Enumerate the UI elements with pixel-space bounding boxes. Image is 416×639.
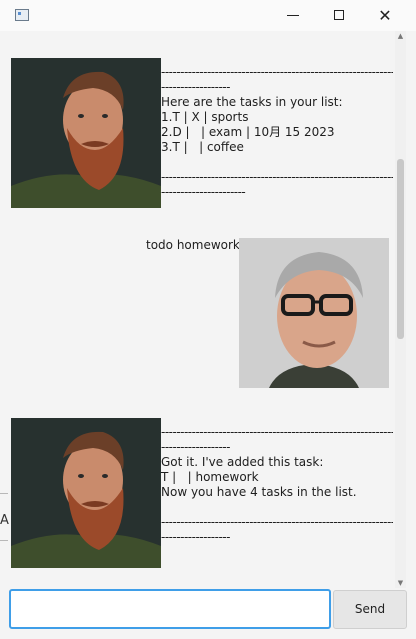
message-line: ------------------ bbox=[161, 530, 230, 544]
message-line bbox=[161, 155, 393, 170]
message-line: Now you have 4 tasks in the list. bbox=[161, 485, 357, 499]
message-line bbox=[161, 500, 393, 515]
minimize-button[interactable] bbox=[270, 0, 316, 31]
dialog-container[interactable]: ----------------------------------------… bbox=[9, 31, 393, 588]
scroll-down-icon[interactable]: ▼ bbox=[395, 578, 406, 588]
glasses-man-portrait-icon bbox=[239, 238, 389, 388]
message-line: ----------------------------------------… bbox=[161, 425, 393, 439]
message-line: ------------------ bbox=[161, 80, 230, 94]
duke-avatar bbox=[11, 58, 161, 208]
message-line: ----------------------------------------… bbox=[161, 515, 393, 529]
close-button[interactable]: ✕ bbox=[362, 0, 408, 31]
message-line: Got it. I've added this task: bbox=[161, 455, 324, 469]
message-line: 2.D | | exam | 10月 15 2023 bbox=[161, 125, 335, 139]
minimize-icon bbox=[287, 15, 299, 16]
app-icon bbox=[15, 9, 29, 21]
message-line: ----------------------------------------… bbox=[161, 65, 393, 79]
user-message: todo homework bbox=[146, 238, 240, 253]
scroll-up-icon[interactable]: ▲ bbox=[395, 31, 406, 41]
message-line: 1.T | X | sports bbox=[161, 110, 249, 124]
duke-avatar bbox=[11, 418, 161, 568]
message-line: 3.T | | coffee bbox=[161, 140, 244, 154]
message-input[interactable] bbox=[9, 589, 331, 629]
message-line: todo homework bbox=[146, 238, 240, 252]
maximize-button[interactable] bbox=[316, 0, 362, 31]
close-icon: ✕ bbox=[378, 6, 392, 25]
message-line: ---------------------- bbox=[161, 185, 246, 199]
message-line: T | | homework bbox=[161, 470, 259, 484]
duke-message: ----------------------------------------… bbox=[161, 65, 393, 200]
send-button[interactable]: Send bbox=[333, 590, 407, 629]
background-window-edge bbox=[0, 493, 8, 494]
scroll-thumb[interactable] bbox=[397, 159, 404, 339]
bearded-man-portrait-icon bbox=[11, 418, 161, 568]
title-bar: ✕ bbox=[0, 0, 416, 31]
message-line: Here are the tasks in your list: bbox=[161, 95, 343, 109]
background-window-edge bbox=[0, 540, 8, 541]
background-window-text: A bbox=[0, 513, 9, 528]
bearded-man-portrait-icon bbox=[11, 58, 161, 208]
maximize-icon bbox=[334, 10, 344, 20]
message-line: ----------------------------------------… bbox=[161, 170, 393, 184]
message-line: ------------------ bbox=[161, 440, 230, 454]
user-avatar bbox=[239, 238, 389, 388]
vertical-scrollbar[interactable]: ▲ ▼ bbox=[395, 31, 406, 588]
duke-message: ----------------------------------------… bbox=[161, 425, 393, 545]
